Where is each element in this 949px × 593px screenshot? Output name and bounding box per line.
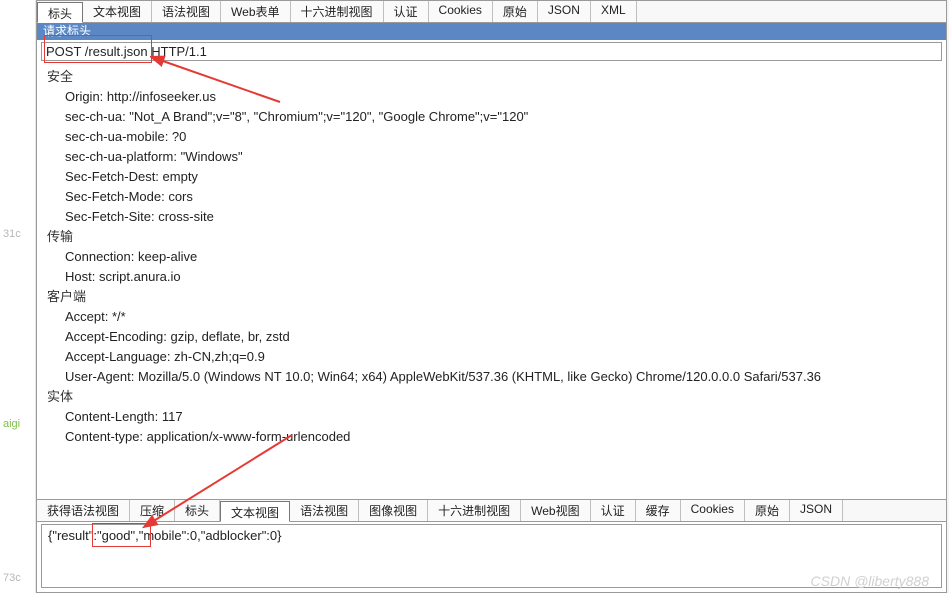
header-row[interactable]: Accept-Language: zh-CN,zh;q=0.9 <box>47 347 936 367</box>
request-tab[interactable]: 十六进制视图 <box>291 1 384 22</box>
header-row[interactable]: Accept: */* <box>47 307 936 327</box>
header-group-title[interactable]: 安全 <box>47 67 936 87</box>
gutter-text: 31c <box>3 228 21 240</box>
response-tab[interactable]: 原始 <box>745 500 790 521</box>
gutter-text: 73c <box>3 572 21 584</box>
request-tab[interactable]: 原始 <box>493 1 538 22</box>
header-row[interactable]: sec-ch-ua: "Not_A Brand";v="8", "Chromiu… <box>47 107 936 127</box>
response-tab[interactable]: JSON <box>790 500 843 521</box>
request-line-text: POST /result.json HTTP/1.1 <box>46 44 207 59</box>
request-tabbar: 标头文本视图语法视图Web表单十六进制视图认证Cookies原始JSONXML <box>37 1 946 23</box>
header-group-title[interactable]: 传输 <box>47 227 936 247</box>
request-tab[interactable]: Web表单 <box>221 1 290 22</box>
response-tab[interactable]: 文本视图 <box>220 501 290 522</box>
header-row[interactable]: Host: script.anura.io <box>47 267 936 287</box>
response-body-text: {"result":"good","mobile":0,"adblocker":… <box>48 528 282 543</box>
header-row[interactable]: sec-ch-ua-mobile: ?0 <box>47 127 936 147</box>
header-row[interactable]: sec-ch-ua-platform: "Windows" <box>47 147 936 167</box>
response-tab[interactable]: 获得语法视图 <box>37 500 130 521</box>
header-row[interactable]: Accept-Encoding: gzip, deflate, br, zstd <box>47 327 936 347</box>
response-tab[interactable]: 压缩 <box>130 500 175 521</box>
response-tab[interactable]: Cookies <box>681 500 745 521</box>
response-tab[interactable]: 十六进制视图 <box>428 500 521 521</box>
request-tab[interactable]: 语法视图 <box>152 1 221 22</box>
response-tabbar: 获得语法视图压缩标头文本视图语法视图图像视图十六进制视图Web视图认证缓存Coo… <box>37 500 946 522</box>
header-row[interactable]: Connection: keep-alive <box>47 247 936 267</box>
request-tab[interactable]: XML <box>591 1 637 22</box>
response-tab[interactable]: 标头 <box>175 500 220 521</box>
response-panel: 获得语法视图压缩标头文本视图语法视图图像视图十六进制视图Web视图认证缓存Coo… <box>37 500 946 592</box>
request-panel: 请求标头 POST /result.json HTTP/1.1 安全Origin… <box>37 23 946 500</box>
main-panel: 标头文本视图语法视图Web表单十六进制视图认证Cookies原始JSONXML … <box>36 0 947 593</box>
request-tab[interactable]: JSON <box>538 1 591 22</box>
response-body[interactable]: {"result":"good","mobile":0,"adblocker":… <box>41 524 942 588</box>
request-line[interactable]: POST /result.json HTTP/1.1 <box>41 42 942 61</box>
header-row[interactable]: Origin: http://infoseeker.us <box>47 87 936 107</box>
response-tab[interactable]: 图像视图 <box>359 500 428 521</box>
header-row[interactable]: Sec-Fetch-Mode: cors <box>47 187 936 207</box>
response-tab[interactable]: 语法视图 <box>290 500 359 521</box>
header-row[interactable]: User-Agent: Mozilla/5.0 (Windows NT 10.0… <box>47 367 936 387</box>
response-tab[interactable]: Web视图 <box>521 500 590 521</box>
header-row[interactable]: Content-Length: 117 <box>47 407 936 427</box>
header-group-title[interactable]: 客户端 <box>47 287 936 307</box>
response-tab[interactable]: 认证 <box>591 500 636 521</box>
header-row[interactable]: Sec-Fetch-Site: cross-site <box>47 207 936 227</box>
gutter: 31c aigi 73c <box>0 0 36 593</box>
request-tab[interactable]: 标头 <box>37 2 83 23</box>
request-tab[interactable]: Cookies <box>429 1 493 22</box>
header-row[interactable]: Sec-Fetch-Dest: empty <box>47 167 936 187</box>
request-panel-title: 请求标头 <box>37 23 946 40</box>
request-tab[interactable]: 文本视图 <box>83 1 152 22</box>
header-group-title[interactable]: 实体 <box>47 387 936 407</box>
headers-tree[interactable]: 安全Origin: http://infoseeker.ussec-ch-ua:… <box>37 63 946 499</box>
response-tab[interactable]: 缓存 <box>636 500 681 521</box>
request-tab[interactable]: 认证 <box>384 1 429 22</box>
header-row[interactable]: Content-type: application/x-www-form-url… <box>47 427 936 447</box>
gutter-text: aigi <box>3 418 20 430</box>
